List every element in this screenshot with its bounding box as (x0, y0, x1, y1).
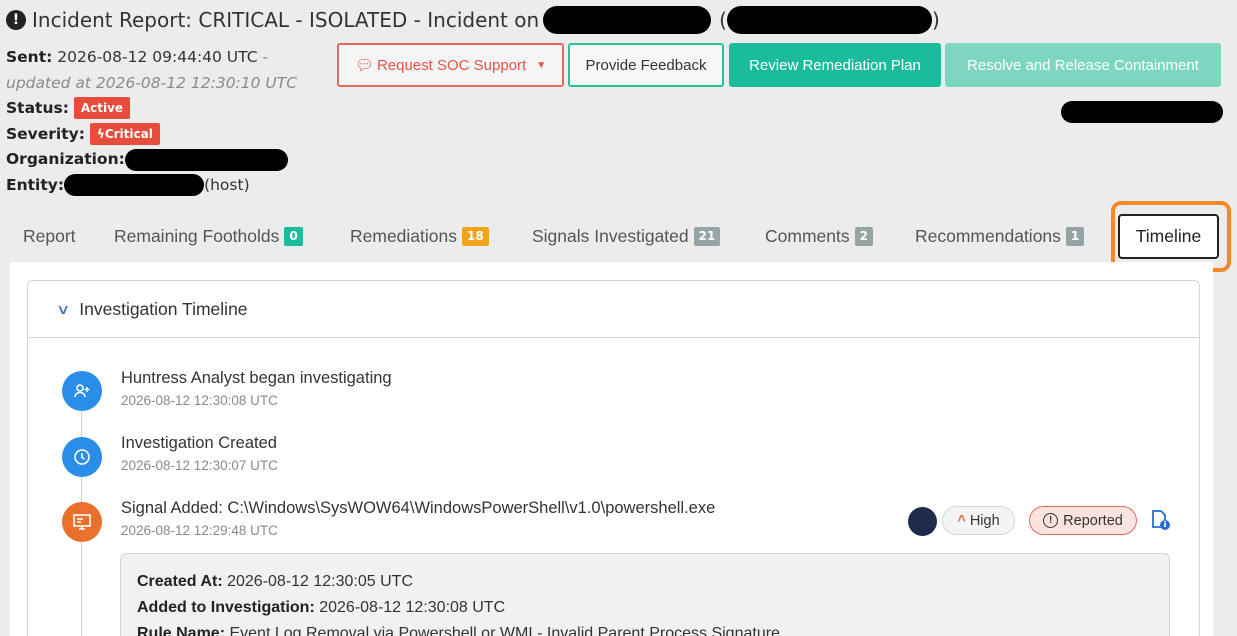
timeline-event-time: 2026-08-12 12:29:48 UTC (121, 523, 278, 538)
investigation-timeline-header[interactable]: ∨ Investigation Timeline (28, 281, 1199, 338)
incident-meta: Sent: 2026-08-12 09:44:40 UTC - updated … (6, 45, 297, 198)
tab-report[interactable]: Report (23, 226, 76, 247)
tab-label: Signals Investigated (532, 226, 689, 246)
entity-line: Entity: (host) (6, 173, 297, 199)
updated-text: updated at 2026-08-12 12:30:10 UTC (6, 73, 298, 92)
info-circle-icon: ! (1043, 513, 1059, 528)
redacted-block (64, 174, 205, 197)
added-value: 2026-08-12 12:30:08 UTC (319, 599, 506, 616)
severity-high-label: High (969, 512, 1000, 529)
redacted-block (726, 6, 932, 34)
entity-label: Entity: (6, 175, 65, 194)
count-badge: 18 (462, 227, 489, 246)
paren-close: ) (931, 8, 940, 32)
added-label: Added to Investigation: (137, 599, 315, 616)
timeline-event-title: Signal Added: C:\Windows\SysWOW64\Window… (121, 499, 716, 517)
user-plus-icon (62, 371, 102, 411)
tab-label: Comments (765, 226, 850, 246)
added-line: Added to Investigation: 2026-08-12 12:30… (137, 595, 1153, 621)
count-badge: 1 (1065, 227, 1085, 246)
severity-line: Severity: ϟCritical (6, 122, 297, 148)
rule-name-value: Event Log Removal via Powershell or WMI … (229, 625, 780, 636)
signal-detail-box: Created At: 2026-08-12 12:30:05 UTC Adde… (120, 553, 1170, 636)
severity-high-badge: ^ High (942, 506, 1015, 535)
request-soc-support-button[interactable]: 💬︎ Request SOC Support ▼ (337, 43, 564, 87)
paren-open: ( (719, 8, 727, 32)
huntress-logo-icon (908, 507, 937, 536)
tab-bar: Report Remaining Footholds 0 Remediation… (0, 212, 1237, 262)
review-remediation-plan-button[interactable]: Review Remediation Plan (729, 43, 941, 87)
tab-label: Remediations (350, 226, 457, 246)
created-at-label: Created At: (137, 573, 223, 590)
sent-value: 2026-08-12 09:44:40 UTC (57, 48, 258, 66)
provide-feedback-button[interactable]: Provide Feedback (568, 43, 724, 87)
organization-line: Organization: (6, 147, 297, 173)
created-at-value: 2026-08-12 12:30:05 UTC (227, 573, 413, 590)
tab-label: Report (23, 226, 76, 246)
timeline-event-title: Investigation Created (121, 434, 277, 452)
sent-dash: - (257, 48, 269, 66)
tab-remediations[interactable]: Remediations 18 (350, 226, 489, 247)
caret-down-icon: ▼ (536, 59, 547, 71)
tab-recommendations[interactable]: Recommendations 1 (915, 226, 1085, 247)
sent-label: Sent: (6, 48, 53, 66)
tab-remaining-footholds[interactable]: Remaining Footholds 0 (114, 226, 303, 247)
timeline-event-title: Huntress Analyst began investigating (121, 369, 392, 387)
tab-timeline[interactable]: Timeline (1118, 214, 1219, 259)
severity-value: Critical (104, 126, 153, 141)
reported-label: Reported (1063, 512, 1123, 529)
document-info-icon[interactable] (1149, 509, 1171, 531)
severity-badge: ϟCritical (89, 122, 160, 145)
redacted-block (124, 148, 288, 171)
organization-label: Organization: (6, 150, 125, 168)
caret-up-icon: ^ (957, 512, 966, 529)
status-label: Status: (6, 99, 69, 117)
reported-badge: ! Reported (1029, 506, 1137, 535)
count-badge: 2 (854, 227, 873, 246)
chevron-down-icon: ∨ (55, 300, 71, 317)
timeline-event-time: 2026-08-12 12:30:08 UTC (121, 393, 278, 408)
timeline-event-time: 2026-08-12 12:30:07 UTC (121, 458, 278, 473)
monitor-icon (62, 502, 102, 542)
tab-comments[interactable]: Comments 2 (765, 226, 873, 247)
created-at-line: Created At: 2026-08-12 12:30:05 UTC (137, 569, 1153, 595)
request-soc-support-label: Request SOC Support (376, 56, 527, 74)
rule-name-line: Rule Name: Event Log Removal via Powersh… (137, 621, 1153, 636)
status-badge: Active (73, 97, 131, 119)
speech-bubble-icon: 💬︎ (354, 57, 374, 74)
sent-line: Sent: 2026-08-12 09:44:40 UTC - (6, 45, 297, 71)
exclamation-icon: ! (6, 10, 26, 30)
investigation-timeline-title: Investigation Timeline (79, 298, 248, 319)
severity-label: Severity: (6, 124, 85, 143)
rule-name-label: Rule Name: (137, 625, 226, 636)
tab-label: Remaining Footholds (114, 226, 280, 246)
count-badge: 0 (284, 227, 303, 246)
bolt-icon: ϟ (96, 126, 105, 141)
clock-icon (62, 437, 102, 477)
tab-label: Recommendations (915, 226, 1061, 246)
entity-suffix: (host) (204, 175, 250, 194)
redacted-block (1061, 101, 1223, 123)
page-title-text: Incident Report: CRITICAL - ISOLATED - I… (32, 8, 540, 32)
count-badge: 21 (693, 227, 721, 246)
redacted-block (543, 6, 712, 34)
page-title: ! Incident Report: CRITICAL - ISOLATED -… (6, 6, 940, 34)
tab-signals-investigated[interactable]: Signals Investigated 21 (532, 226, 721, 247)
resolve-release-containment-button[interactable]: Resolve and Release Containment (945, 43, 1221, 87)
status-line: Status: Active (6, 96, 297, 122)
